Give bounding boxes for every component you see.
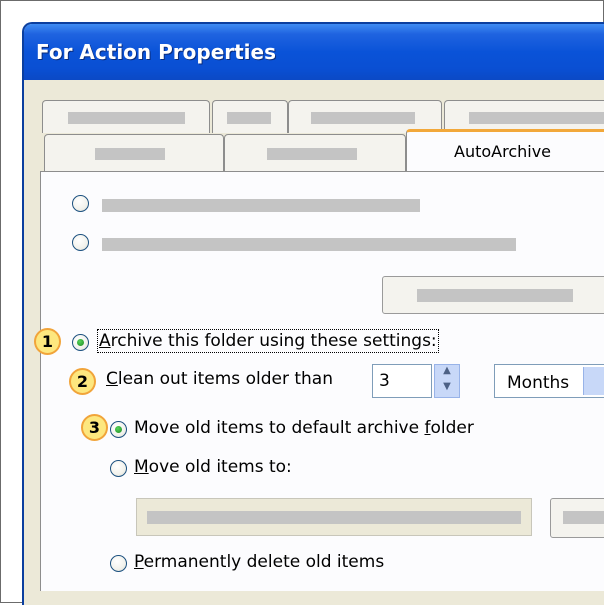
option-label-placeholder xyxy=(102,199,420,212)
arrow-down-icon[interactable]: ▼ xyxy=(435,381,459,397)
access-key-p: P xyxy=(134,552,144,572)
age-spinner[interactable]: ▲ ▼ xyxy=(434,364,460,398)
tab-autoarchive[interactable]: AutoArchive xyxy=(406,129,604,172)
delete-label-text: ermanently delete old items xyxy=(143,552,385,572)
dropdown-arrow-icon[interactable] xyxy=(583,367,604,395)
callout-badge-1: 1 xyxy=(34,328,61,355)
age-unit-select[interactable]: Months xyxy=(494,364,604,398)
tab-label-placeholder xyxy=(95,148,165,160)
tab-label-placeholder xyxy=(267,148,357,160)
archive-path-field[interactable] xyxy=(136,498,532,536)
archive-settings-radio[interactable] xyxy=(72,334,89,351)
option-radio-2[interactable] xyxy=(72,234,89,251)
button-label-placeholder xyxy=(563,511,604,524)
arrow-up-icon[interactable]: ▲ xyxy=(435,365,459,381)
move-default-label-head: Move old items to default archive xyxy=(134,418,425,438)
properties-dialog: For Action Properties AutoArchive 1 Arch… xyxy=(22,22,604,605)
title-bar: For Action Properties xyxy=(24,24,604,80)
callout-badge-2: 2 xyxy=(69,368,96,395)
age-value-text: 3 xyxy=(379,371,390,391)
settings-button[interactable] xyxy=(382,276,604,314)
clean-out-label: Clean out items older than xyxy=(106,369,333,389)
age-unit-text: Months xyxy=(507,373,570,393)
tab-back-2[interactable] xyxy=(212,100,288,133)
option-radio-1[interactable] xyxy=(72,195,89,212)
move-to-label-text: ove old items to: xyxy=(148,457,292,477)
clean-out-label-text: lean out items older than xyxy=(117,369,333,389)
move-default-label: Move old items to default archive folder xyxy=(134,418,474,438)
archive-settings-label-text: rchive this folder using these settings: xyxy=(110,331,437,351)
access-key-a: A xyxy=(99,331,111,351)
move-to-label: Move old items to: xyxy=(134,457,292,477)
delete-label: Permanently delete old items xyxy=(134,552,384,572)
tab-label-placeholder xyxy=(469,112,604,124)
option-label-placeholder xyxy=(102,238,516,251)
button-label-placeholder xyxy=(417,289,573,302)
tab-label-placeholder xyxy=(311,112,415,124)
archive-settings-label[interactable]: Archive this folder using these settings… xyxy=(97,329,439,353)
window-title: For Action Properties xyxy=(36,40,276,64)
callout-badge-3: 3 xyxy=(81,414,108,441)
path-placeholder xyxy=(147,511,521,524)
tab-label-placeholder xyxy=(227,112,271,124)
age-value-field[interactable]: 3 xyxy=(372,364,432,398)
tab-back-1[interactable] xyxy=(42,100,210,133)
access-key-c: C xyxy=(106,369,118,389)
tab-autoarchive-label: AutoArchive xyxy=(454,142,552,161)
move-default-label-tail: older xyxy=(430,418,474,438)
browse-button[interactable] xyxy=(550,498,604,538)
tab-front-2[interactable] xyxy=(224,134,406,171)
move-to-radio[interactable] xyxy=(110,460,127,477)
tab-front-1[interactable] xyxy=(44,134,224,171)
tab-label-placeholder xyxy=(68,112,185,124)
access-key-m: M xyxy=(134,457,149,477)
delete-radio[interactable] xyxy=(110,555,127,572)
move-default-radio[interactable] xyxy=(110,421,127,438)
